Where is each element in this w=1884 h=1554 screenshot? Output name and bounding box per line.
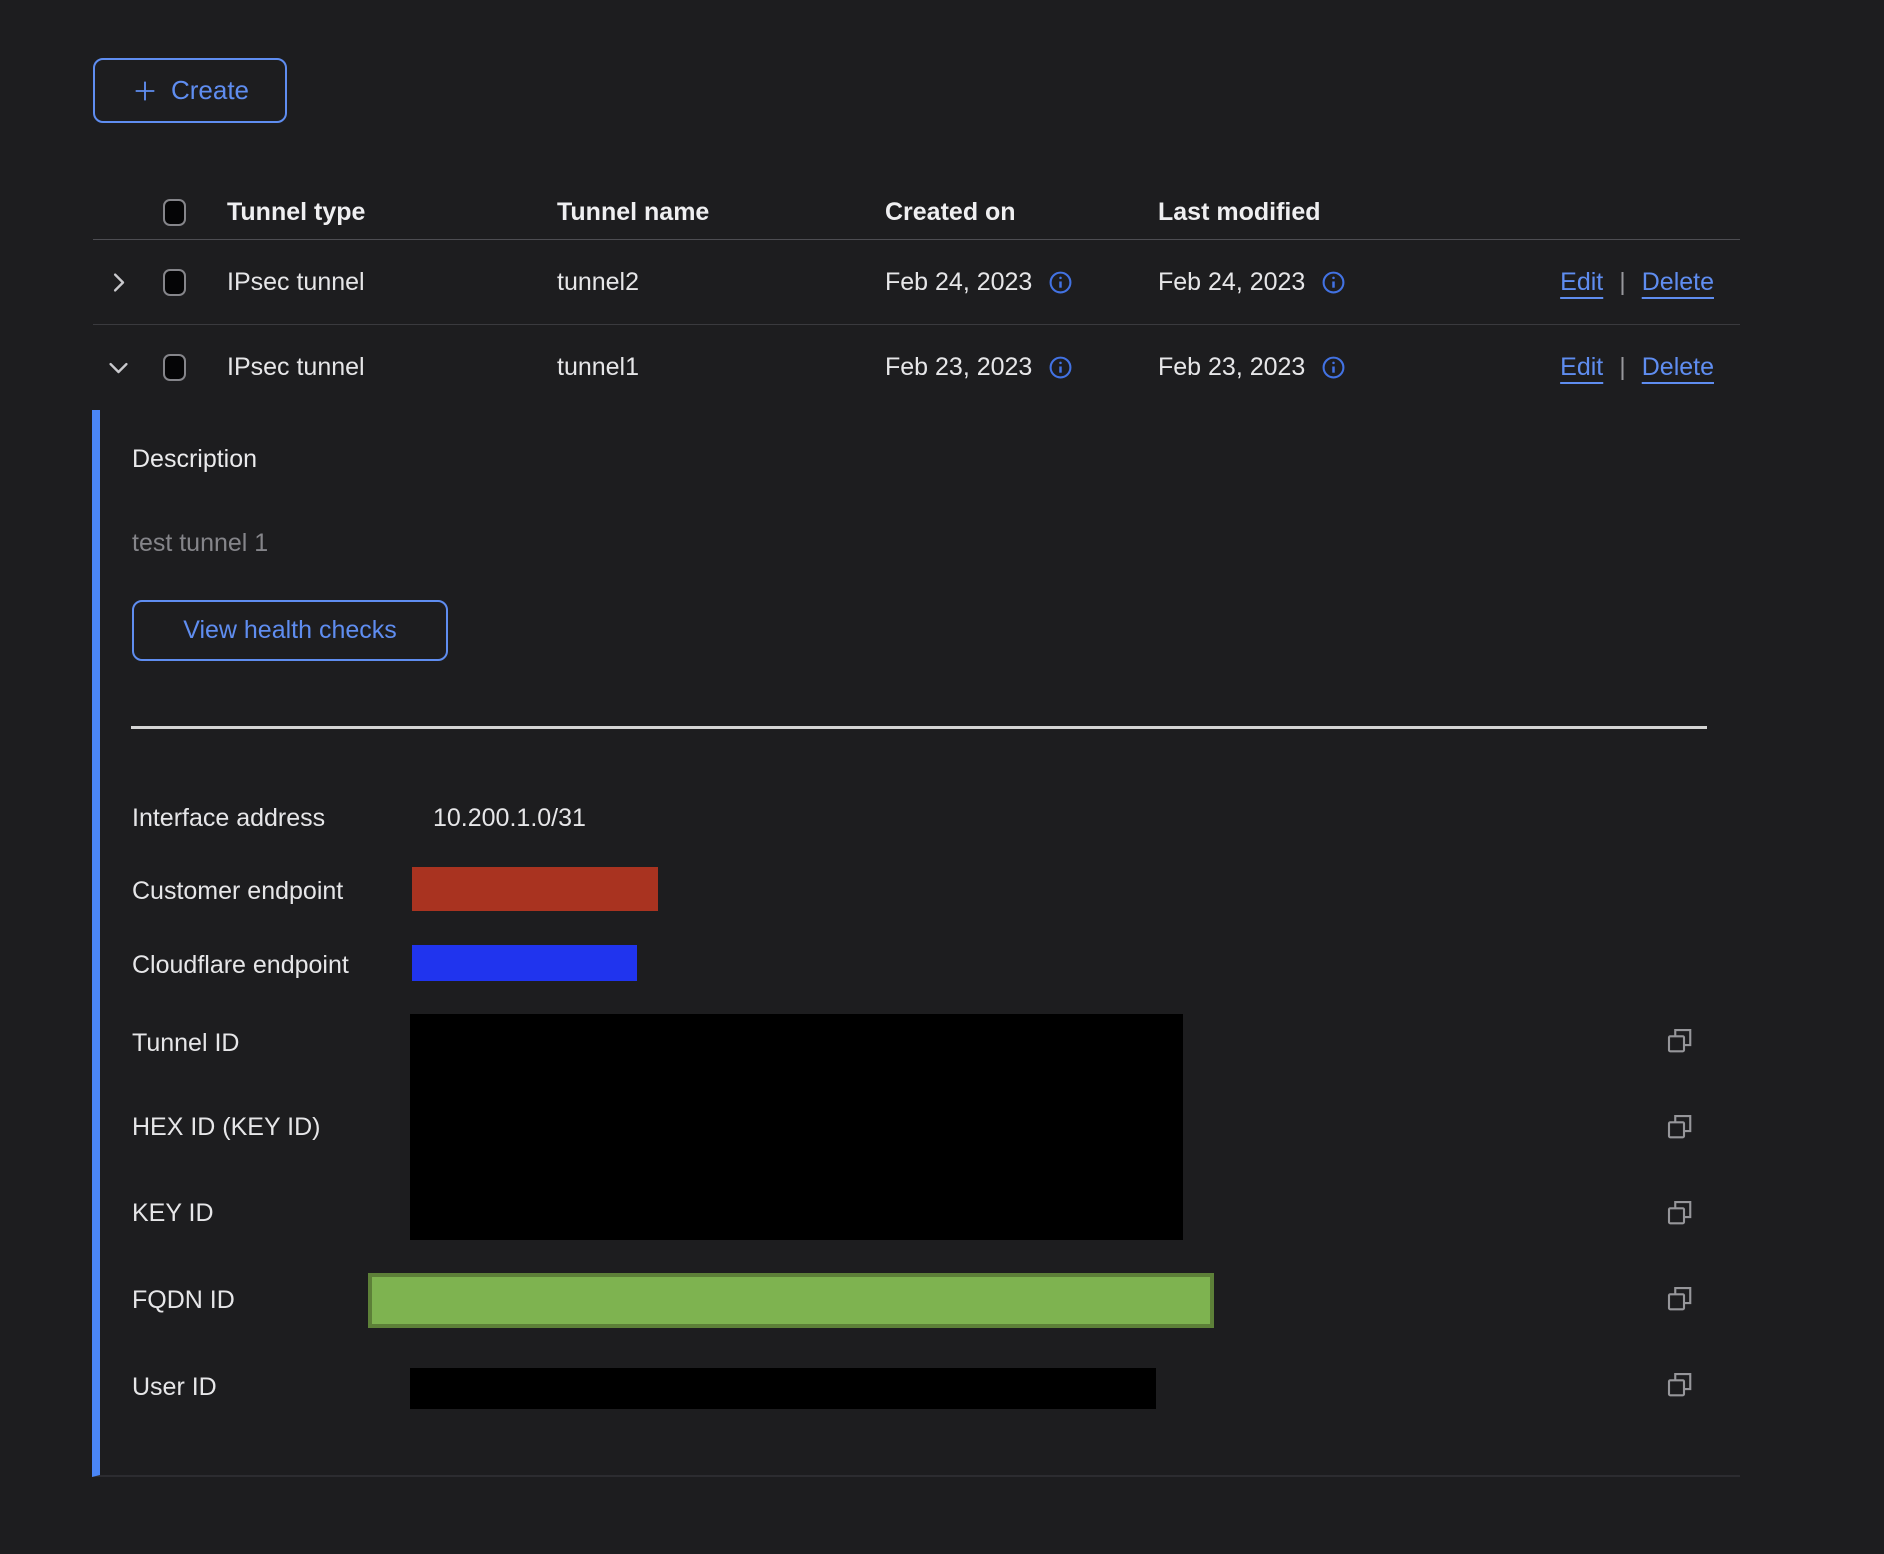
modified-info-button[interactable] [1321, 270, 1346, 295]
section-divider [131, 726, 1707, 729]
copy-icon [1664, 1369, 1694, 1399]
info-circle-icon [1321, 355, 1346, 380]
last-modified-cell: Feb 24, 2023 [1158, 268, 1305, 297]
cloudflare-endpoint-label: Cloudflare endpoint [132, 950, 349, 980]
created-info-button[interactable] [1048, 270, 1073, 295]
table-row: IPsec tunnel tunnel1 Feb 23, 2023 Feb 23… [93, 325, 1740, 410]
copy-icon [1664, 1025, 1694, 1055]
copy-icon [1664, 1111, 1694, 1141]
header-tunnel-type: Tunnel type [227, 198, 557, 227]
tunnel-type-cell: IPsec tunnel [227, 268, 557, 297]
table-row: IPsec tunnel tunnel2 Feb 24, 2023 Feb 24… [93, 240, 1740, 325]
description-value: test tunnel 1 [132, 528, 268, 558]
create-button-label: Create [171, 75, 249, 106]
select-all-checkbox[interactable] [163, 199, 186, 226]
modified-info-button[interactable] [1321, 355, 1346, 380]
info-circle-icon [1048, 270, 1073, 295]
copy-icon [1664, 1197, 1694, 1227]
tunnel-id-label: Tunnel ID [132, 1028, 239, 1058]
description-label: Description [132, 444, 257, 474]
created-on-cell: Feb 23, 2023 [885, 353, 1032, 382]
row-checkbox[interactable] [163, 354, 186, 381]
tunnel-table: Tunnel type Tunnel name Created on Last … [93, 186, 1740, 1477]
tunnel-detail-panel: Description test tunnel 1 View health ch… [92, 410, 1740, 1477]
copy-icon [1664, 1283, 1694, 1313]
header-tunnel-name: Tunnel name [557, 198, 885, 227]
info-circle-icon [1048, 355, 1073, 380]
customer-endpoint-label: Customer endpoint [132, 876, 343, 906]
collapse-row-button[interactable] [105, 354, 132, 381]
action-separator: | [1619, 268, 1626, 297]
table-header-row: Tunnel type Tunnel name Created on Last … [93, 186, 1740, 240]
chevron-right-icon [105, 269, 132, 296]
view-health-checks-button[interactable]: View health checks [132, 600, 448, 661]
header-created-on: Created on [885, 198, 1158, 227]
plus-icon [131, 77, 159, 105]
copy-key-id-button[interactable] [1662, 1195, 1696, 1229]
tunnel-type-cell: IPsec tunnel [227, 353, 557, 382]
interface-address-value: 10.200.1.0/31 [433, 803, 586, 833]
copy-fqdn-id-button[interactable] [1662, 1281, 1696, 1315]
chevron-down-icon [105, 354, 132, 381]
copy-tunnel-id-button[interactable] [1662, 1023, 1696, 1057]
edit-link[interactable]: Edit [1560, 268, 1603, 297]
create-button[interactable]: Create [93, 58, 287, 123]
customer-endpoint-redacted-value [412, 867, 658, 911]
copy-user-id-button[interactable] [1662, 1367, 1696, 1401]
fqdn-id-redacted-value [368, 1273, 1214, 1328]
user-id-redacted-value [410, 1368, 1156, 1409]
row-checkbox[interactable] [163, 269, 186, 296]
created-info-button[interactable] [1048, 355, 1073, 380]
key-id-label: KEY ID [132, 1198, 214, 1228]
fqdn-id-label: FQDN ID [132, 1285, 235, 1315]
last-modified-cell: Feb 23, 2023 [1158, 353, 1305, 382]
delete-link[interactable]: Delete [1642, 268, 1714, 297]
expand-row-button[interactable] [105, 269, 132, 296]
created-on-cell: Feb 24, 2023 [885, 268, 1032, 297]
header-last-modified: Last modified [1158, 198, 1540, 227]
edit-link[interactable]: Edit [1560, 353, 1603, 382]
tunnel-name-cell: tunnel1 [557, 353, 885, 382]
copy-hex-id-button[interactable] [1662, 1109, 1696, 1143]
delete-link[interactable]: Delete [1642, 353, 1714, 382]
tunnel-name-cell: tunnel2 [557, 268, 885, 297]
tunnel-ids-redacted-value [410, 1014, 1183, 1240]
user-id-label: User ID [132, 1372, 217, 1402]
action-separator: | [1619, 353, 1626, 382]
cloudflare-endpoint-redacted-value [412, 945, 637, 981]
hex-id-label: HEX ID (KEY ID) [132, 1112, 320, 1142]
info-circle-icon [1321, 270, 1346, 295]
interface-address-label: Interface address [132, 803, 325, 833]
